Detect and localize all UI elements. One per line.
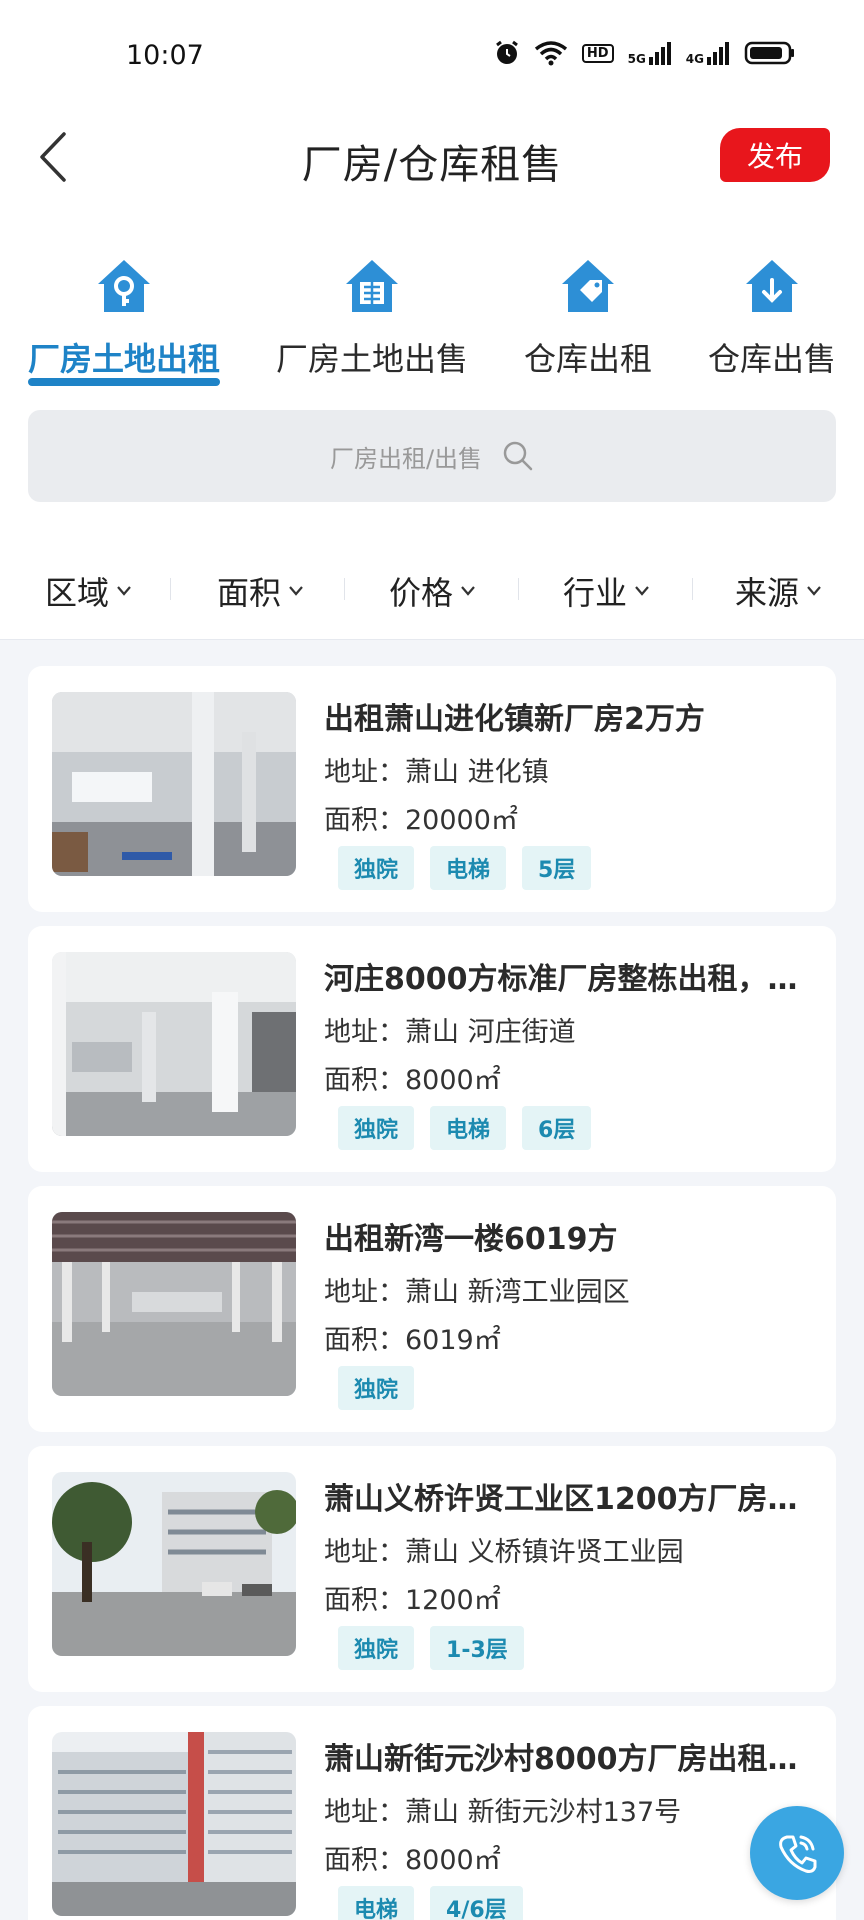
listing-photo [52, 1732, 296, 1916]
tag: 独院 [338, 846, 415, 890]
tab-warehouse-rent[interactable]: 仓库出租 [488, 256, 688, 380]
filter-label: 行业 [562, 574, 627, 612]
listing-area: 面积：8000㎡ [324, 1065, 501, 1096]
listing-address: 地址：萧山 新街元沙村137号 [324, 1797, 682, 1828]
publish-button[interactable]: 发布 [720, 128, 830, 182]
listing-area: 面积：20000㎡ [324, 805, 518, 836]
listing-photo [52, 692, 296, 876]
tag: 4/6层 [430, 1886, 523, 1920]
signal-4g: 4G [686, 41, 730, 65]
listing-address: 地址：萧山 新湾工业园区 [324, 1277, 630, 1308]
phone-icon [779, 1835, 817, 1873]
filter-price[interactable]: 价格 [372, 568, 492, 614]
listing-address: 地址：萧山 河庄街道 [324, 1017, 576, 1048]
filter-divider [518, 578, 519, 600]
listing-title: 河庄8000方标准厂房整栋出租，… [324, 962, 798, 997]
tab-label: 厂房土地出售 [275, 340, 468, 378]
filter-area[interactable]: 面积 [200, 568, 320, 614]
hd-badge: HD [581, 43, 614, 63]
tag: 1-3层 [430, 1626, 524, 1670]
search-icon [503, 441, 533, 471]
chevron-down-icon [289, 586, 303, 596]
search-placeholder: 厂房出租/出售 [329, 444, 483, 473]
filter-divider [170, 578, 171, 600]
listing-title: 出租新湾一楼6019方 [324, 1222, 618, 1257]
house-tag-icon [562, 260, 614, 312]
filter-industry[interactable]: 行业 [546, 568, 666, 614]
filter-label: 面积 [216, 574, 281, 612]
listing-photo [52, 952, 296, 1136]
alarm-icon [496, 40, 518, 64]
house-key-icon [98, 260, 150, 312]
search-input[interactable]: 厂房出租/出售 [28, 410, 836, 502]
tag: 电梯 [430, 846, 507, 890]
listing-tags: 独院 电梯 6层 [338, 1106, 592, 1150]
signal-5g: 5G [628, 41, 672, 65]
filter-region[interactable]: 区域 [28, 568, 148, 614]
tag: 6层 [522, 1106, 592, 1150]
filter-label: 来源 [734, 574, 799, 612]
tab-warehouse-sale[interactable]: 仓库出售 [672, 256, 864, 380]
tag: 电梯 [430, 1106, 507, 1150]
listing-photo [52, 1472, 296, 1656]
tag: 5层 [522, 846, 592, 890]
active-tab-indicator [28, 378, 220, 386]
tab-label: 厂房土地出租 [27, 340, 220, 378]
wifi-icon [534, 41, 568, 66]
tab-label: 仓库出售 [707, 340, 836, 378]
call-button[interactable] [750, 1806, 844, 1900]
house-download-icon [746, 260, 798, 312]
battery-icon [744, 41, 794, 65]
tag: 独院 [338, 1106, 415, 1150]
signal-bars-icon [707, 42, 729, 65]
tag: 独院 [338, 1626, 415, 1670]
listing-area: 面积：8000㎡ [324, 1845, 501, 1876]
house-sale-icon [346, 260, 398, 312]
listing-tags: 独院 [338, 1366, 415, 1410]
listing-card[interactable]: 出租新湾一楼6019方 地址：萧山 新湾工业园区 面积：6019㎡ 独院 [28, 1186, 836, 1432]
tab-factory-land-sale[interactable]: 厂房土地出售 [272, 256, 472, 380]
tag: 独院 [338, 1366, 415, 1410]
listing-area: 面积：1200㎡ [324, 1585, 501, 1616]
filter-label: 价格 [388, 574, 453, 612]
listing-card[interactable]: 出租萧山进化镇新厂房2万方 地址：萧山 进化镇 面积：20000㎡ 独院 电梯 … [28, 666, 836, 912]
listing-title: 萧山义桥许贤工业区1200方厂房… [324, 1482, 798, 1517]
net-4g-label: 4G [685, 52, 704, 66]
filter-divider [692, 578, 693, 600]
listing-card[interactable]: 萧山新街元沙村8000方厂房出租… 地址：萧山 新街元沙村137号 面积：800… [28, 1706, 836, 1920]
status-time: 10:07 [126, 40, 204, 71]
listing-card[interactable]: 萧山义桥许贤工业区1200方厂房… 地址：萧山 义桥镇许贤工业园 面积：1200… [28, 1446, 836, 1692]
chevron-down-icon [635, 586, 649, 596]
chevron-down-icon [807, 586, 821, 596]
chevron-down-icon [461, 586, 475, 596]
listing-tags: 电梯 4/6层 [338, 1886, 523, 1920]
listing-tags: 独院 电梯 5层 [338, 846, 592, 890]
listing-tags: 独院 1-3层 [338, 1626, 524, 1670]
listing-title: 出租萧山进化镇新厂房2万方 [324, 702, 705, 737]
tab-factory-land-rent[interactable]: 厂房土地出租 [24, 256, 224, 380]
chevron-down-icon [117, 586, 131, 596]
listing-card[interactable]: 河庄8000方标准厂房整栋出租，… 地址：萧山 河庄街道 面积：8000㎡ 独院… [28, 926, 836, 1172]
filter-label: 区域 [44, 574, 109, 612]
listing-address: 地址：萧山 义桥镇许贤工业园 [324, 1537, 684, 1568]
listing-area: 面积：6019㎡ [324, 1325, 501, 1356]
net-5g-label: 5G [627, 52, 646, 66]
tag: 电梯 [338, 1886, 415, 1920]
status-icons: HD 5G 4G [494, 40, 796, 66]
signal-bars-icon [648, 42, 671, 65]
listing-photo [52, 1212, 296, 1396]
filter-divider [344, 578, 345, 600]
filter-source[interactable]: 来源 [718, 568, 838, 614]
tab-label: 仓库出租 [523, 340, 652, 378]
listing-address: 地址：萧山 进化镇 [324, 757, 549, 788]
listing-title: 萧山新街元沙村8000方厂房出租… [324, 1742, 798, 1777]
